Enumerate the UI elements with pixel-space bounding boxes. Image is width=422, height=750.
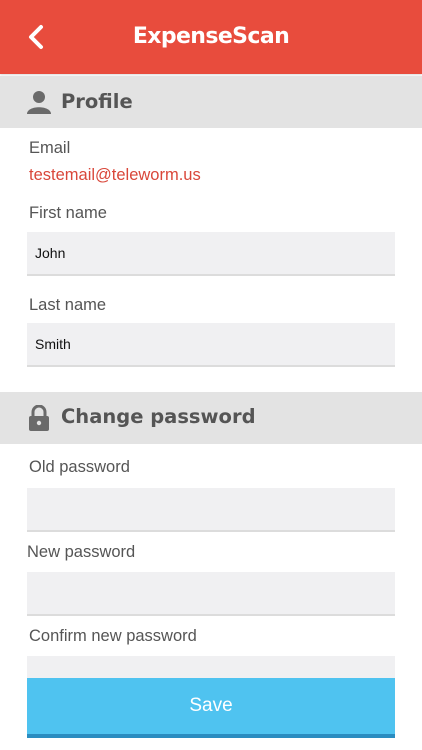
first-name-field[interactable] bbox=[27, 232, 395, 276]
old-password-label: Old password bbox=[29, 458, 130, 476]
first-name-label: First name bbox=[29, 204, 107, 222]
confirm-password-label: Confirm new password bbox=[29, 627, 197, 645]
app-title: ExpenseScan bbox=[132, 24, 290, 49]
password-title: Change password bbox=[61, 405, 256, 428]
last-name-field[interactable] bbox=[27, 323, 395, 367]
email-value: testemail@teleworm.us bbox=[29, 166, 201, 184]
new-password-label: New password bbox=[27, 543, 136, 561]
old-password-field[interactable] bbox=[27, 488, 395, 532]
password-section-header: Change password bbox=[0, 392, 422, 444]
save-button[interactable]: Save bbox=[27, 678, 395, 738]
profile-section-header: Profile bbox=[0, 76, 422, 128]
lock-icon bbox=[29, 405, 49, 431]
last-name-label: Last name bbox=[29, 296, 107, 314]
profile-title: Profile bbox=[61, 90, 133, 113]
email-label: Email bbox=[29, 139, 71, 157]
new-password-field[interactable] bbox=[27, 572, 395, 616]
person-icon bbox=[27, 91, 51, 114]
confirm-password-field[interactable] bbox=[27, 656, 395, 678]
app-header: ExpenseScan bbox=[0, 0, 422, 74]
